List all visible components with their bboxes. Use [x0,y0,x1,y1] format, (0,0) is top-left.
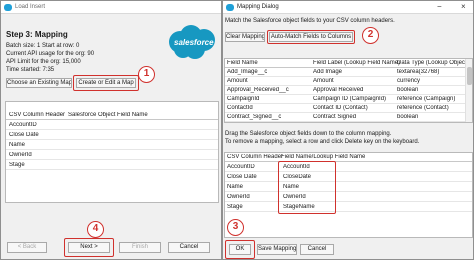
column-header: CSV Column Header [9,112,66,118]
dialog-titlebar: Mapping Dialog − × [223,1,473,14]
column-header: Salesforce Object Field Name [68,112,148,118]
column-header: Data Type (Lookup Object) [397,60,469,66]
fields-table: Field Name Field Label (Lookup Field Nam… [224,58,473,123]
mapping-row[interactable]: Close Date CloseDate [225,173,472,182]
data-type-cell: textarea(32768) [397,69,440,75]
callout-badge-2: 2 [362,27,379,44]
csv-column-cell: OwnerId [9,152,32,158]
mapping-row[interactable]: Name Name [225,183,472,192]
callout-badge-3: 3 [227,219,244,236]
callout-badge-1: 1 [138,66,155,83]
wizard-title: Load Insert [15,4,46,10]
mapped-fields-highlight [278,161,336,214]
field-label-cell: Amount [313,78,334,84]
csv-column-cell: Close Date [227,174,257,180]
fields-table-header: Field Name Field Label (Lookup Field Nam… [225,59,472,68]
field-row[interactable]: Add_Image__c Add Image textarea(32768) [225,68,472,77]
field-name-cell: Contract_Signed__c [227,114,282,120]
callout-badge-4: 4 [87,221,104,238]
minimize-icon[interactable]: − [437,2,442,12]
csv-column-cell: Stage [9,162,25,168]
auto-match-highlight [267,30,355,44]
column-mapping-table: CSV Column Header Field Name/Lookup Fiel… [224,152,473,238]
field-name-cell: ContactId [227,105,253,111]
wizard-titlebar: Load Insert [1,1,221,14]
csv-column-cell: AccountID [227,164,255,170]
load-insert-window: Load Insert Step 3: Mapping Batch size: … [0,0,222,260]
mapping-row[interactable]: AccountID AccountId [225,163,472,172]
mapping-row[interactable]: Stage StageName [225,203,472,212]
field-row[interactable]: CampaignId Campaign ID (CampaignId) refe… [225,95,472,104]
column-header: CSV Column Header [227,154,284,160]
back-button[interactable]: < Back [7,242,47,253]
create-edit-map-highlight [73,75,139,91]
data-type-cell: currency [397,78,421,84]
field-label-cell: Approval Received [313,87,364,93]
salesforce-logo: salesforce [165,23,219,61]
save-mapping-button[interactable]: Save Mapping [257,244,297,255]
table-row[interactable]: Name [6,141,218,150]
mapping-dialog-window: Mapping Dialog − × Match the Salesforce … [222,0,474,260]
cancel-button[interactable]: Cancel [168,242,210,253]
choose-existing-map-button[interactable]: Choose an Existing Map [6,78,72,88]
csv-column-cell: Name [227,184,244,190]
table-row[interactable]: Stage [6,161,218,170]
field-row[interactable]: Contract_Signed__c Contract Signed boole… [225,113,472,122]
field-row[interactable]: Amount Amount currency [225,77,472,86]
column-mapping-header: CSV Column Header Field Name/Lookup Fiel… [225,153,472,162]
field-name-cell: Amount [227,78,248,84]
info-line: Batch size: 1 Start at row: 0 [6,43,80,49]
data-type-cell: boolean [397,87,419,93]
ok-button-highlight [225,240,255,259]
dialog-cancel-button[interactable]: Cancel [300,244,334,255]
field-name-cell: Approval_Received__c [227,87,289,93]
field-name-cell: CampaignId [227,96,260,102]
csv-column-cell: AccountID [9,122,37,128]
dialog-instructions: Match the Salesforce object fields to yo… [225,18,395,24]
salesforce-logo-text: salesforce [174,38,214,47]
field-label-cell: Contract Signed [313,114,357,120]
field-label-cell: Contact ID (Contact) [313,105,368,111]
column-header: Field Name [227,60,258,66]
step-title: Step 3: Mapping [6,30,68,39]
data-type-cell: boolean [397,114,419,120]
dataloader-app-icon [4,4,12,11]
info-line: Time started: 7:35 [6,67,55,73]
field-row[interactable]: Approval_Received__c Approval Received b… [225,86,472,95]
info-line: Current API usage for the org: 90 [6,51,95,57]
table-row[interactable]: OwnerId [6,151,218,160]
csv-column-cell: Name [9,142,26,148]
drag-instructions: To remove a mapping, select a row and cl… [225,139,420,145]
clear-mapping-button[interactable]: Clear Mapping [225,32,265,42]
data-type-cell: reference (Contact) [397,105,449,111]
csv-column-cell: Stage [227,204,243,210]
fields-scrollbar[interactable] [465,59,472,122]
table-row[interactable]: AccountID [6,121,218,130]
next-button-highlight [64,238,114,257]
finish-button[interactable]: Finish [119,242,161,253]
fields-scrollbar-thumb[interactable] [467,67,472,85]
info-line: API Limit for the org: 15,000 [6,59,81,65]
mapping-table: CSV Column Header Salesforce Object Fiel… [5,101,219,203]
drag-instructions: Drag the Salesforce object fields down t… [225,131,392,137]
mapping-row[interactable]: OwnerId OwnerId [225,193,472,202]
column-header: Field Name/Lookup Field Name [281,154,366,160]
field-row[interactable]: ContactId Contact ID (Contact) reference… [225,104,472,113]
dataloader-app-icon [226,4,234,11]
mapping-table-header: CSV Column Header Salesforce Object Fiel… [6,111,218,120]
field-name-cell: Add_Image__c [227,69,268,75]
field-label-cell: Add Image [313,69,343,75]
csv-column-cell: OwnerId [227,194,250,200]
table-row[interactable]: Close Date [6,131,218,140]
column-header: Field Label (Lookup Field Name) [313,60,401,66]
csv-column-cell: Close Date [9,132,39,138]
close-icon[interactable]: × [461,2,466,12]
field-label-cell: Campaign ID (CampaignId) [313,96,387,102]
data-type-cell: reference (Campaign) [397,96,456,102]
dialog-title: Mapping Dialog [237,4,279,10]
